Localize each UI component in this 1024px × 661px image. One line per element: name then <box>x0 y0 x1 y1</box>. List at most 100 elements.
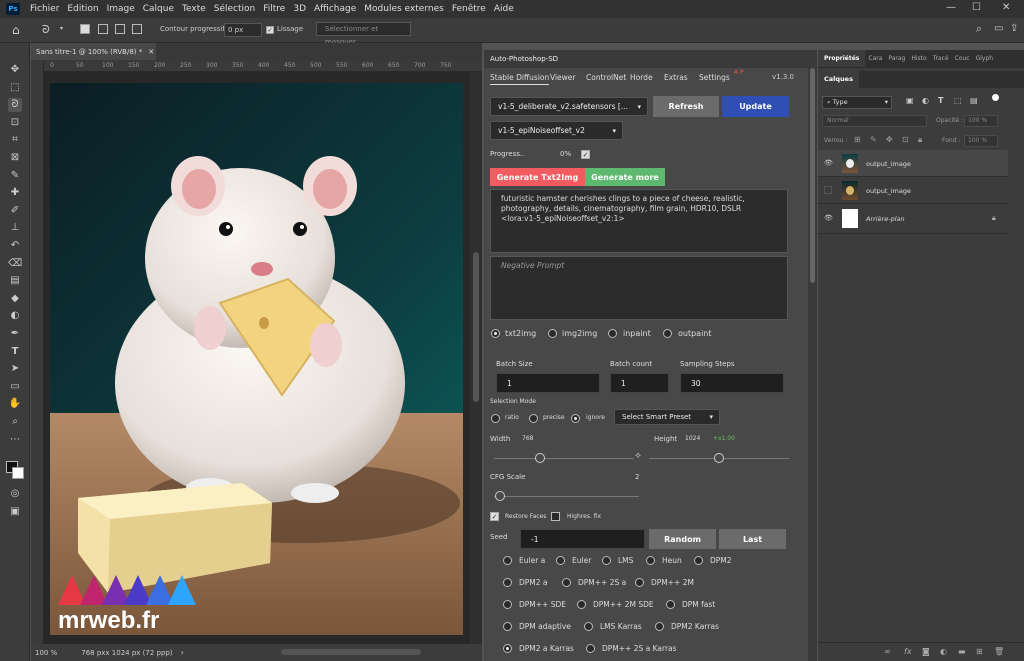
sampler-radio[interactable] <box>635 578 644 587</box>
menu-fichier[interactable]: Fichier <box>26 4 63 14</box>
home-icon[interactable]: ⌂ <box>12 23 20 37</box>
blur-tool-icon[interactable]: ◆ <box>8 292 22 306</box>
anti-alias-checkbox[interactable]: ✓ <box>266 26 274 34</box>
sampler-radio[interactable] <box>584 622 593 631</box>
link-layers-icon[interactable]: ∞ <box>884 647 891 656</box>
sampler-radio[interactable] <box>556 556 565 565</box>
tab-extras[interactable]: Extras <box>664 73 688 82</box>
filter-pixel-icon[interactable]: ▣ <box>906 96 914 105</box>
add-mask-icon[interactable]: ◙ <box>922 647 930 656</box>
cfg-slider-knob[interactable] <box>495 491 505 501</box>
tab-controlnet[interactable]: ControlNet <box>586 73 626 82</box>
sampler-radio[interactable] <box>666 600 675 609</box>
tab-paragraphe[interactable]: Parag <box>885 55 908 62</box>
batch-size-input[interactable]: 1 <box>496 373 600 393</box>
fx-icon[interactable]: fx <box>904 647 912 656</box>
progress-checkbox[interactable]: ✓ <box>581 150 590 159</box>
blend-mode-select[interactable]: Normal <box>822 115 927 127</box>
eye-icon[interactable]: 👁︎ <box>824 214 833 222</box>
new-layer-icon[interactable]: ⊞ <box>976 647 983 656</box>
zoom-level[interactable]: 100 % <box>35 649 57 657</box>
chevron-down-icon[interactable]: ▾ <box>60 25 63 32</box>
menu-texte[interactable]: Texte <box>178 4 210 14</box>
menu-edition[interactable]: Edition <box>63 4 102 14</box>
selection-ignore-radio[interactable] <box>571 414 580 423</box>
sampler-radio[interactable] <box>562 578 571 587</box>
selection-precise-radio[interactable] <box>529 414 538 423</box>
close-icon[interactable]: ✕ <box>148 48 154 56</box>
lock-artboard-icon[interactable]: ⊡ <box>902 135 909 144</box>
filter-shape-icon[interactable]: ⬚ <box>954 96 962 105</box>
path-selection-icon[interactable]: ➤ <box>8 362 22 376</box>
sampler-radio[interactable] <box>694 556 703 565</box>
eyedropper-icon[interactable]: ✎ <box>8 169 22 183</box>
layer-row[interactable]: 👁︎ Arrière-plan 🔒︎ <box>818 204 1008 234</box>
dodge-tool-icon[interactable]: ◐ <box>8 309 22 323</box>
plugin-scrollbar[interactable] <box>808 50 817 661</box>
prompt-textarea[interactable]: futuristic hamster cherishes clings to a… <box>490 189 788 253</box>
sampling-steps-input[interactable]: 30 <box>680 373 784 393</box>
gradient-tool-icon[interactable]: ▤ <box>8 274 22 288</box>
lock-move-icon[interactable]: ✥ <box>886 135 893 144</box>
random-seed-button[interactable]: Random <box>649 529 716 549</box>
sampler-radio[interactable] <box>503 556 512 565</box>
menu-3d[interactable]: 3D <box>289 4 310 14</box>
filter-type-icon[interactable]: T <box>938 96 943 105</box>
tab-traces[interactable]: Tracé <box>930 55 952 62</box>
generate-txt2img-button[interactable]: Generate Txt2Img <box>490 168 585 186</box>
lora-select[interactable]: v1-5_epiNoiseoffset_v2 ▾ <box>490 121 623 140</box>
menu-affichage[interactable]: Affichage <box>310 4 360 14</box>
sampler-radio[interactable] <box>586 644 595 653</box>
menu-modules-externes[interactable]: Modules externes <box>360 4 448 14</box>
add-selection-icon[interactable] <box>98 24 108 34</box>
tab-historique[interactable]: Histo <box>908 55 929 62</box>
scrollbar-thumb[interactable] <box>473 252 479 402</box>
tab-proprietes[interactable]: Propriétés <box>818 50 866 67</box>
mode-inpaint-radio[interactable] <box>608 329 617 338</box>
minimize-icon[interactable]: — <box>946 2 956 13</box>
maximize-icon[interactable]: ☐ <box>972 2 981 13</box>
filter-smart-icon[interactable]: ▤ <box>970 96 978 105</box>
frame-tool-icon[interactable]: ⊠ <box>8 151 22 165</box>
refresh-button[interactable]: Refresh <box>653 96 719 117</box>
layer-filter-select[interactable]: ⌕ Type ▾ <box>822 96 892 109</box>
pen-tool-icon[interactable]: ✒ <box>8 327 22 341</box>
move-tool-icon[interactable]: ✥ <box>8 63 22 77</box>
quick-mask-icon[interactable]: ◎ <box>8 487 22 501</box>
menu-selection[interactable]: Sélection <box>210 4 259 14</box>
menu-filtre[interactable]: Filtre <box>259 4 289 14</box>
model-select[interactable]: v1-5_deliberate_v2.safetensors [... ▾ <box>490 97 648 116</box>
adjustment-layer-icon[interactable]: ◐ <box>940 647 947 656</box>
photoshop-logo-icon[interactable]: Ps <box>6 3 20 15</box>
background-color-swatch[interactable] <box>12 467 24 479</box>
horizontal-scrollbar[interactable] <box>281 649 421 655</box>
clone-stamp-icon[interactable]: ⊥ <box>8 221 22 235</box>
workspace-icon[interactable]: ▭ <box>994 23 1003 34</box>
height-slider-knob[interactable] <box>714 453 724 463</box>
filter-toggle-icon[interactable] <box>992 94 999 101</box>
sampler-radio[interactable] <box>503 622 512 631</box>
lasso-tool-icon[interactable]: ᘐ <box>42 23 50 37</box>
tab-settings[interactable]: Settings <box>699 73 730 82</box>
update-button[interactable]: Update <box>722 96 789 117</box>
layer-row[interactable]: 👁︎ output_image <box>818 150 1008 177</box>
menu-calque[interactable]: Calque <box>139 4 178 14</box>
mode-img2img-radio[interactable] <box>548 329 557 338</box>
feather-input[interactable]: 0 px <box>224 23 262 37</box>
subtract-selection-icon[interactable] <box>115 24 125 34</box>
batch-count-input[interactable]: 1 <box>610 373 669 393</box>
layer-row[interactable]: output_image <box>818 177 1008 204</box>
close-icon[interactable]: ✕ <box>1002 2 1010 13</box>
lock-pixels-icon[interactable]: ⊞ <box>854 135 861 144</box>
screen-mode-icon[interactable]: ▣ <box>8 505 22 519</box>
canvas-scrollbar[interactable] <box>470 72 482 644</box>
lock-brush-icon[interactable]: ✎ <box>870 135 877 144</box>
opacity-input[interactable]: 100 % <box>964 115 998 127</box>
brush-tool-icon[interactable]: ✐ <box>8 204 22 218</box>
crop-tool-icon[interactable]: ⌗ <box>8 133 22 147</box>
select-and-mask-button[interactable]: Sélectionner et masquer... <box>316 22 411 46</box>
selection-ratio-radio[interactable] <box>491 414 500 423</box>
mode-txt2img-radio[interactable] <box>491 329 500 338</box>
cfg-slider-track[interactable] <box>494 496 639 497</box>
eraser-tool-icon[interactable]: ⌫ <box>8 257 22 271</box>
